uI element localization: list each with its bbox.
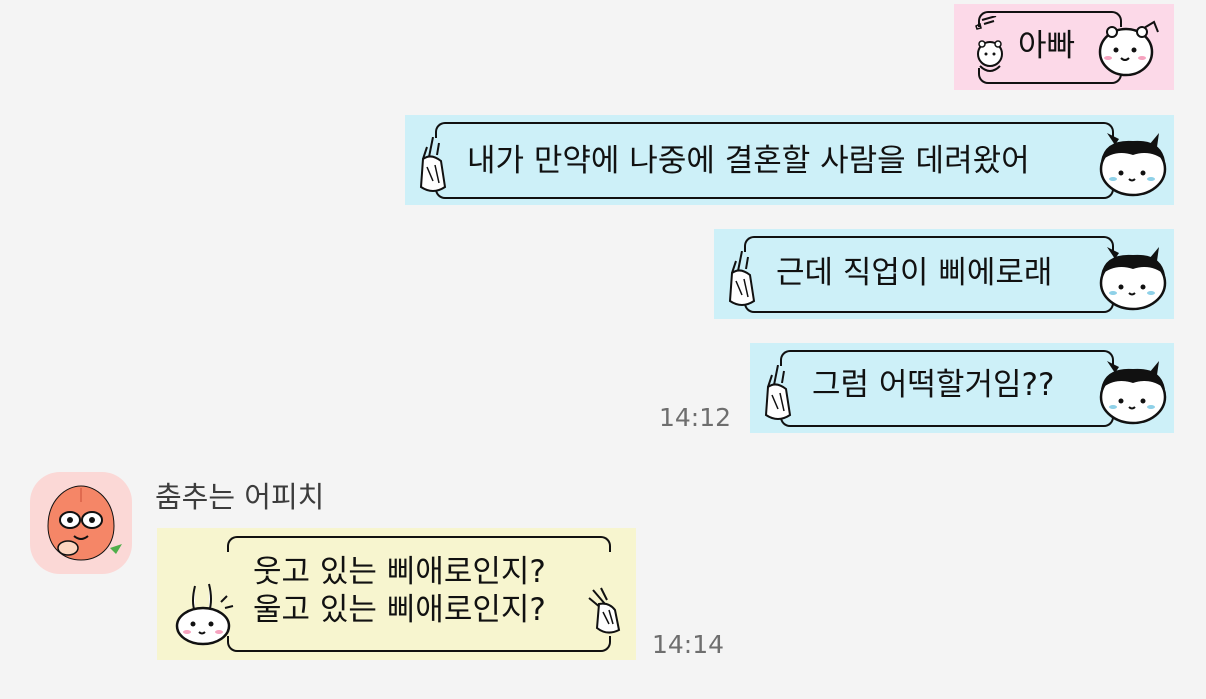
message-text-2: 내가 만약에 나중에 결혼할 사람을 데려왔어 [467,143,1030,179]
bubble-frame-bottom [435,183,1114,199]
sender-avatar[interactable] [30,472,132,574]
message-bubble-1[interactable]: 아빠 [954,4,1174,90]
bubble-frame-bottom [780,411,1114,427]
bubble-frame-top [780,350,1114,366]
hachiware-sticker-icon [1099,133,1167,197]
reply-text-line-1: 웃고 있는 삐애로인지? [253,554,546,590]
reply-bubble[interactable]: 웃고 있는 삐애로인지? 울고 있는 삐애로인지? [157,528,636,660]
broom-sticker-icon [588,587,621,634]
broom-sticker-icon [728,251,756,306]
bubble-frame-top [227,536,611,552]
message-text-4: 그럼 어떡할거임?? [812,367,1055,403]
message-bubble-2[interactable]: 내가 만약에 나중에 결혼할 사람을 데려왔어 [405,115,1174,205]
reply-timestamp: 14:14 [652,630,725,659]
message-bubble-4[interactable]: 그럼 어떡할거임?? [750,343,1174,433]
broom-sticker-icon [419,137,447,192]
bubble-frame-bottom [227,636,611,652]
sender-name: 춤추는 어피치 [155,480,325,514]
bear-sticker-icon [975,16,1003,72]
bubble-frame-top [744,236,1114,252]
chiikawa-sticker-icon [1098,20,1159,77]
message-text-3: 근데 직업이 삐에로래 [776,255,1053,291]
usagi-sticker-icon [175,583,234,646]
hachiware-sticker-icon [1099,247,1167,311]
message-bubble-3[interactable]: 근데 직업이 삐에로래 [714,229,1174,319]
bubble-frame-bottom [744,297,1114,313]
broom-sticker-icon [764,365,792,420]
message-timestamp: 14:12 [659,403,732,432]
message-text-1: 아빠 [1018,28,1076,64]
hachiware-sticker-icon [1099,361,1167,425]
reply-text-line-2: 울고 있는 삐애로인지? [253,592,546,628]
bubble-frame-top [435,122,1114,138]
apeach-avatar-icon [47,485,122,561]
